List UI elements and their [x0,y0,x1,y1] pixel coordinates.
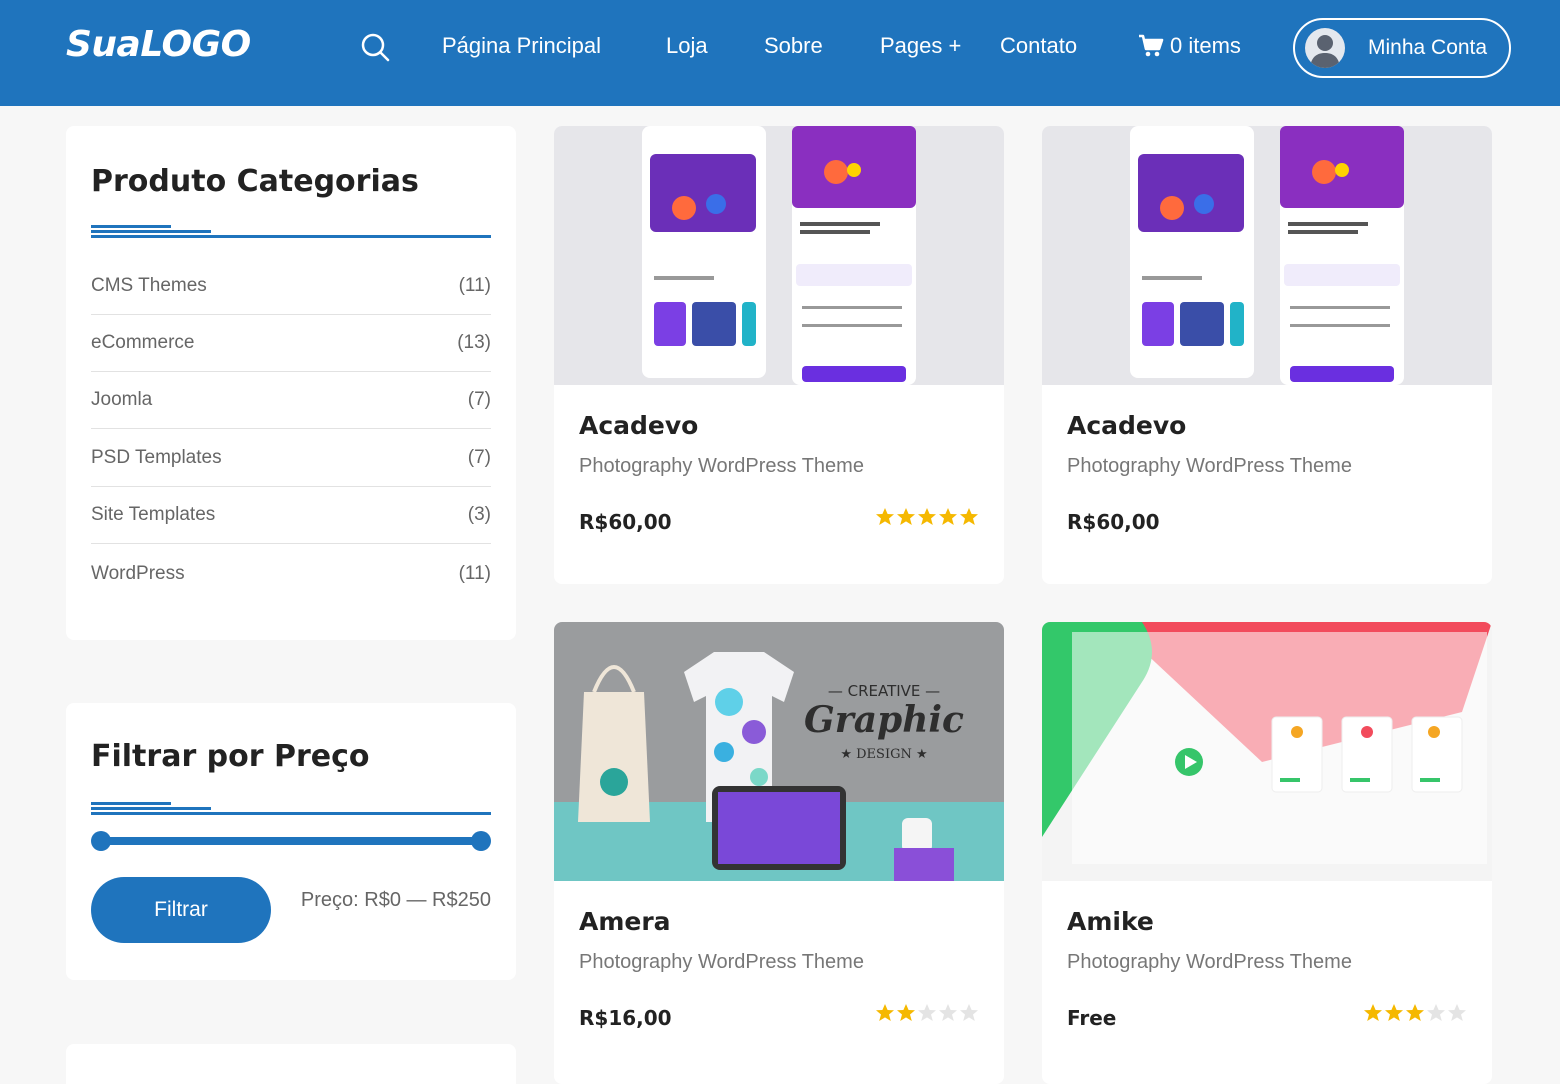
product-price: Free [1067,1006,1117,1030]
nav-home[interactable]: Página Principal [442,33,601,59]
sidebar-widget [66,1044,516,1084]
categories-widget: Produto Categorias CMS Themes (11) eComm… [66,126,516,640]
star-filled-icon [876,508,894,525]
site-logo[interactable]: SuaLOGO [66,24,251,65]
category-count: (7) [467,447,491,468]
categories-title: Produto Categorias [91,164,419,199]
product-image [554,126,1004,385]
star-empty-icon [1448,1004,1466,1021]
star-empty-icon [1427,1004,1445,1021]
product-thumbnail[interactable] [1042,622,1492,881]
category-name: WordPress [91,562,185,584]
category-item[interactable]: Site Templates (3) [91,487,491,544]
star-rating [875,1003,979,1023]
star-rating [1363,1003,1467,1023]
star-filled-icon [960,508,978,525]
category-count: (3) [467,504,491,525]
product-subtitle: Photography WordPress Theme [579,951,864,973]
product-title[interactable]: Amike [1067,907,1154,936]
search-icon[interactable] [360,32,390,62]
product-thumbnail[interactable]: — CREATIVE — Graphic ★ DESIGN ★ [554,622,1004,881]
cart-icon [1139,34,1164,57]
thumb-text-top: — CREATIVE — [828,682,940,700]
product-title[interactable]: Amera [579,907,671,936]
price-filter-widget: Filtrar por Preço Filtrar Preço: R$0 — R… [66,703,516,980]
category-item[interactable]: Joomla (7) [91,372,491,429]
product-price: R$60,00 [1067,510,1160,534]
star-filled-icon [876,1004,894,1021]
product-card[interactable]: — CREATIVE — Graphic ★ DESIGN ★ Amera Ph… [554,622,1004,1084]
price-range-text: Preço: R$0 — R$250 [300,889,491,911]
category-name: PSD Templates [91,447,222,468]
nav-shop[interactable]: Loja [666,33,708,59]
product-image [1042,622,1492,881]
product-card[interactable]: Acadevo Photography WordPress Theme R$60… [554,126,1004,584]
star-rating [875,507,979,527]
category-count: (13) [457,332,491,353]
category-count: (7) [467,389,491,410]
title-underline [91,225,491,239]
nav-pages[interactable]: Pages + [880,33,961,59]
product-subtitle: Photography WordPress Theme [579,455,864,477]
title-underline [91,802,491,816]
star-filled-icon [1385,1004,1403,1021]
product-image [1042,126,1492,385]
category-name: CMS Themes [91,275,207,296]
star-empty-icon [960,1004,978,1021]
star-empty-icon [918,1004,936,1021]
star-filled-icon [939,508,957,525]
account-label: Minha Conta [1368,36,1488,59]
product-card[interactable]: Acadevo Photography WordPress Theme R$60… [1042,126,1492,584]
category-item[interactable]: WordPress (11) [91,545,491,602]
star-filled-icon [1406,1004,1424,1021]
star-filled-icon [897,508,915,525]
filter-button[interactable]: Filtrar [91,877,271,943]
price-slider-min-handle[interactable] [91,831,111,851]
user-icon [1310,35,1340,68]
price-slider-track [99,837,483,845]
star-filled-icon [1364,1004,1382,1021]
star-filled-icon [918,508,936,525]
nav-about[interactable]: Sobre [764,33,823,59]
product-subtitle: Photography WordPress Theme [1067,455,1352,477]
product-thumbnail[interactable] [554,126,1004,385]
cart-link[interactable]: 0 items [1138,33,1241,59]
star-filled-icon [897,1004,915,1021]
thumb-text-main: Graphic [804,699,964,741]
price-slider[interactable] [91,831,491,851]
category-name: Joomla [91,389,153,410]
category-count: (11) [458,562,491,584]
thumb-text-design: ★ DESIGN ★ [840,747,927,762]
product-price: R$60,00 [579,510,672,534]
cart-count: 0 items [1170,33,1241,58]
product-subtitle: Photography WordPress Theme [1067,951,1352,973]
category-count: (11) [458,275,491,296]
product-card[interactable]: Amike Photography WordPress Theme Free [1042,622,1492,1084]
account-button[interactable]: Minha Conta [1293,18,1511,78]
product-thumbnail[interactable] [1042,126,1492,385]
nav-contact[interactable]: Contato [1000,33,1077,59]
category-item[interactable]: PSD Templates (7) [91,430,491,487]
star-empty-icon [939,1004,957,1021]
product-title[interactable]: Acadevo [579,411,698,440]
category-name: Site Templates [91,504,216,525]
price-filter-title: Filtrar por Preço [91,739,370,774]
category-name: eCommerce [91,332,195,353]
category-item[interactable]: eCommerce (13) [91,315,491,372]
product-image: — CREATIVE — Graphic ★ DESIGN ★ [554,622,1004,881]
product-title[interactable]: Acadevo [1067,411,1186,440]
product-price: R$16,00 [579,1006,672,1030]
top-navbar: SuaLOGO Página Principal Loja Sobre Page… [0,0,1560,106]
avatar [1305,28,1345,68]
category-item[interactable]: CMS Themes (11) [91,258,491,315]
price-slider-max-handle[interactable] [471,831,491,851]
